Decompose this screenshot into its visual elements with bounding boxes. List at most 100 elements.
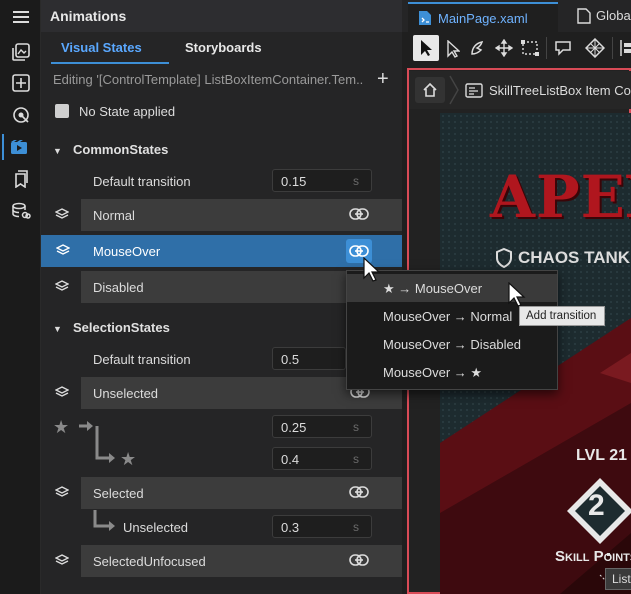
state-label: Disabled <box>93 280 144 295</box>
star-icon: ★ <box>120 449 137 469</box>
align-tool-icon[interactable] <box>619 39 631 57</box>
direct-select-icon[interactable] <box>446 40 460 58</box>
breadcrumb-separator-icon <box>449 75 459 105</box>
link-icon[interactable] <box>349 485 369 502</box>
layers-icon <box>54 386 70 401</box>
field-unit: s <box>353 452 359 466</box>
add-element-icon[interactable] <box>8 70 34 96</box>
dropdown-item[interactable]: MouseOver → ★ <box>347 358 557 386</box>
field-value: 0.5 <box>281 352 300 367</box>
tab-label: MainPage.xaml <box>438 11 528 26</box>
artwork-level: LVL 21 <box>576 447 627 464</box>
state-row-selected[interactable]: Selected <box>54 477 402 509</box>
breadcrumb: SkillTreeListBox Item Conta <box>409 71 631 109</box>
data-context-icon[interactable] <box>8 102 34 128</box>
artwork-subtitle: CHAOS TANK <box>518 248 631 267</box>
tooltip: Add transition <box>519 306 605 326</box>
list-tooltip: List <box>605 568 631 590</box>
transition-arrow-icon <box>93 510 115 531</box>
field-unit: s <box>353 420 359 434</box>
artwork-number: 2 <box>588 489 605 522</box>
transition-duration-field[interactable]: 0.4 s <box>272 447 372 470</box>
state-row-selected-unfocused[interactable]: SelectedUnfocused <box>54 545 402 577</box>
link-icon[interactable] <box>349 553 369 570</box>
no-state-checkbox[interactable] <box>55 104 69 118</box>
mouse-cursor-icon <box>508 282 526 307</box>
transition-target-label: Unselected <box>123 520 189 535</box>
group-header-selection-states[interactable]: ▼ SelectionStates <box>53 320 170 335</box>
layers-icon <box>54 280 70 295</box>
toolbar-divider <box>546 37 547 59</box>
state-label: MouseOver <box>93 244 161 259</box>
shield-icon <box>496 248 512 268</box>
grid-tool-icon[interactable] <box>520 39 540 57</box>
mouse-cursor-icon <box>363 257 381 282</box>
xaml-file-icon <box>419 11 431 25</box>
design-toolbar <box>402 32 631 64</box>
panel-tabs: Visual States Storyboards <box>41 34 402 64</box>
assets-icon[interactable] <box>8 39 34 65</box>
add-state-group-button[interactable]: + <box>377 68 389 91</box>
link-icon[interactable] <box>349 207 369 224</box>
default-transition-field[interactable]: 0.5 <box>272 347 346 370</box>
artwork-points: Skill Points <box>555 548 631 565</box>
comment-tool-icon[interactable] <box>554 39 572 57</box>
pattern-tool-icon[interactable] <box>585 38 605 58</box>
state-row-mouseover[interactable]: MouseOver <box>41 235 402 267</box>
toolbar-divider <box>612 37 613 59</box>
state-row-normal[interactable]: Normal <box>54 199 402 231</box>
file-icon <box>577 8 591 24</box>
tab-global[interactable]: Globa <box>596 8 631 23</box>
pen-tool-icon[interactable] <box>469 39 487 57</box>
field-value: 0.4 <box>281 452 300 467</box>
move-tool-icon[interactable] <box>495 39 513 57</box>
field-value: 0.3 <box>281 520 300 535</box>
select-tool-button[interactable] <box>413 35 439 61</box>
default-transition-label: Default transition <box>93 174 191 189</box>
tab-visual-states[interactable]: Visual States <box>61 40 142 55</box>
state-label: Selected <box>93 486 144 501</box>
default-transition-label: Default transition <box>93 352 191 367</box>
transition-duration-field[interactable]: 0.3 s <box>272 515 372 538</box>
group-header-common-states[interactable]: ▼ CommonStates <box>53 142 168 157</box>
default-transition-field[interactable]: 0.15 s <box>272 169 372 192</box>
tab-main-page[interactable]: MainPage.xaml <box>408 2 558 32</box>
field-value: 0.25 <box>281 420 307 435</box>
panel-title: Animations <box>50 8 127 24</box>
home-button[interactable] <box>415 77 445 103</box>
artwork-title: APEX <box>490 163 631 231</box>
control-template-icon <box>465 83 483 98</box>
no-state-label: No State applied <box>79 104 176 119</box>
add-transition-dropdown: ★ → MouseOver MouseOver → Normal MouseOv… <box>346 270 558 390</box>
home-icon <box>423 82 437 97</box>
group-name: CommonStates <box>73 142 169 157</box>
resources-icon[interactable] <box>8 166 34 192</box>
chevron-down-icon[interactable]: ▼ <box>53 146 63 156</box>
field-unit: s <box>353 174 359 188</box>
group-name: SelectionStates <box>73 320 170 335</box>
layers-icon <box>54 486 70 501</box>
field-value: 0.15 <box>281 174 307 189</box>
chevron-down-icon[interactable]: ▼ <box>53 324 63 334</box>
animations-icon[interactable] <box>2 134 34 160</box>
document-tabs: MainPage.xaml Globa <box>402 0 631 32</box>
layers-icon <box>54 554 70 569</box>
tab-storyboards[interactable]: Storyboards <box>185 40 262 55</box>
active-tab-indicator <box>51 62 169 64</box>
breadcrumb-item[interactable]: SkillTreeListBox Item Conta <box>489 83 631 98</box>
editing-scope-text: Editing '[ControlTemplate] ListBoxItemCo… <box>53 72 363 87</box>
pointer-icon <box>421 40 432 56</box>
transition-duration-field[interactable]: 0.25 s <box>272 415 372 438</box>
panel-header: Animations <box>41 0 402 32</box>
state-label: Unselected <box>93 386 159 401</box>
database-link-icon[interactable] <box>8 198 34 224</box>
field-unit: s <box>353 520 359 534</box>
activity-bar <box>0 0 41 594</box>
layers-icon <box>55 244 71 259</box>
state-label: SelectedUnfocused <box>93 554 206 569</box>
star-icon: ★ <box>53 417 70 437</box>
hamburger-menu-icon[interactable] <box>8 4 34 30</box>
state-label: Normal <box>93 208 135 223</box>
layers-icon <box>54 208 70 223</box>
dropdown-item[interactable]: MouseOver → Disabled <box>347 330 557 358</box>
